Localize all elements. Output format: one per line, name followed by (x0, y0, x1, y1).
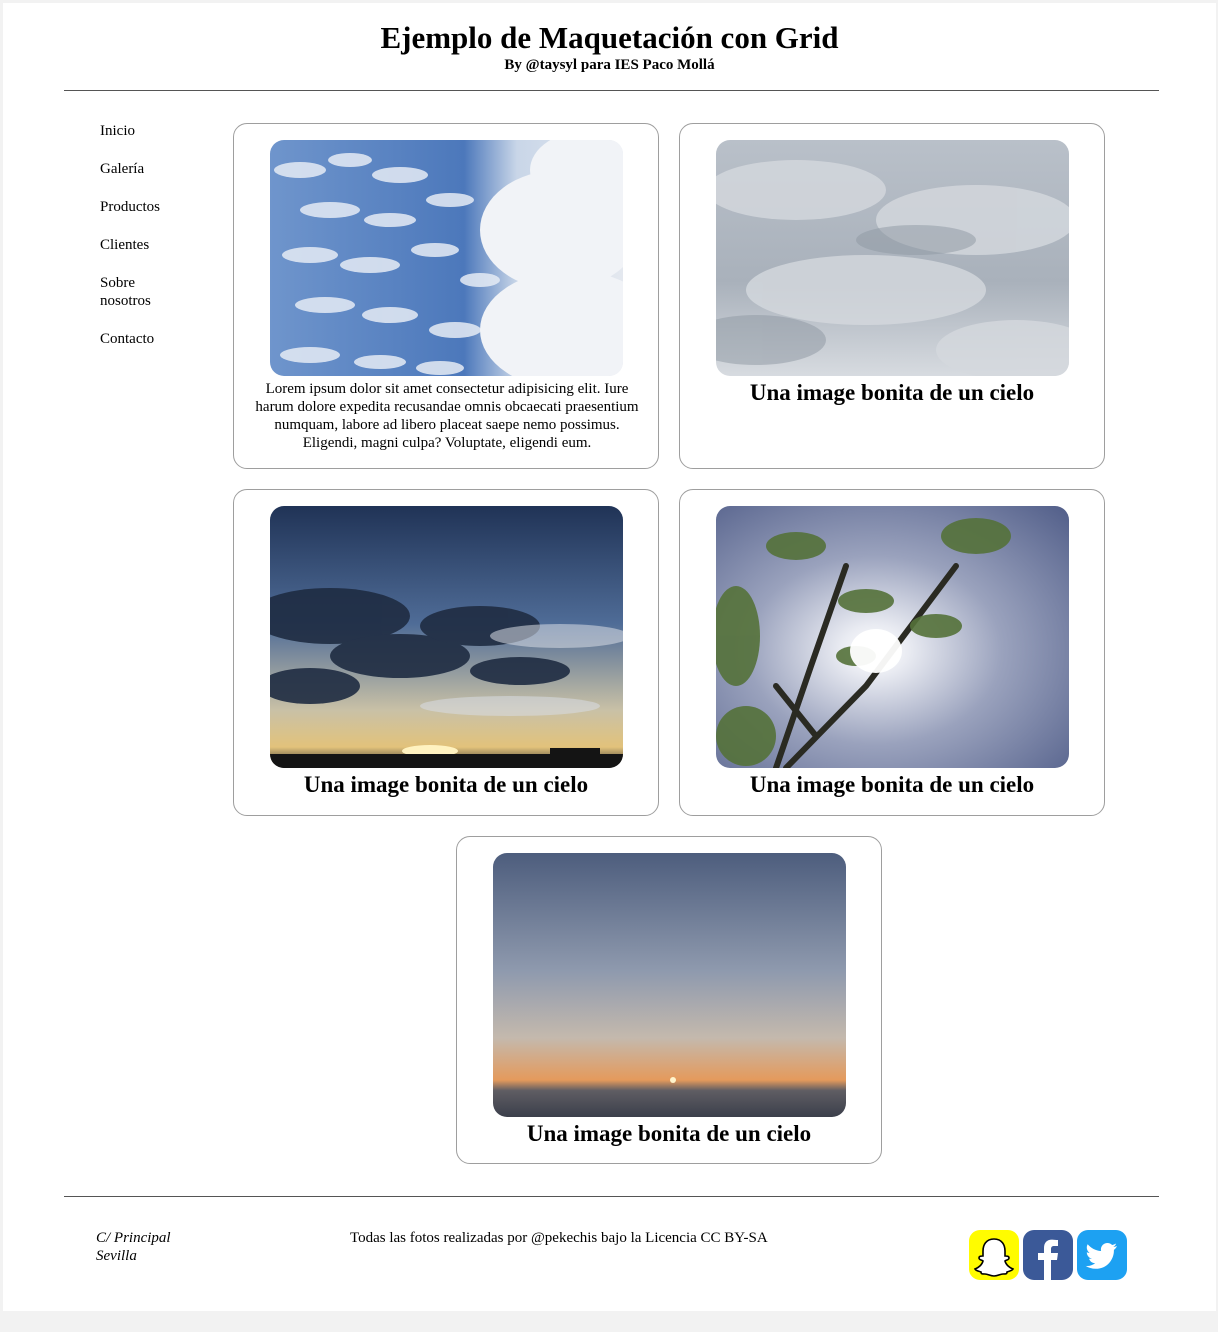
address-street: C/ Principal (96, 1230, 171, 1246)
gallery-card: Lorem ipsum dolor sit amet consectetur a… (233, 123, 659, 469)
nav-item-inicio[interactable]: Inicio (100, 122, 180, 140)
nav-item-productos[interactable]: Productos (100, 198, 180, 216)
sea-sunset-photo[interactable] (493, 853, 846, 1117)
page: Ejemplo de Maquetación con Grid By @tays… (3, 3, 1216, 1311)
footer-address: C/ Principal Sevilla (96, 1229, 171, 1265)
gallery-card: Una image bonita de un cielo (679, 489, 1105, 816)
nav-item-galeria[interactable]: Galería (100, 160, 180, 178)
tree-sun-sky-photo[interactable] (716, 506, 1069, 768)
page-subtitle: By @taysyl para IES Paco Mollá (504, 57, 715, 73)
address-city: Sevilla (96, 1248, 137, 1264)
card-caption: Una image bonita de un cielo (526, 1121, 812, 1146)
gallery-card: Una image bonita de un cielo (233, 489, 659, 816)
page-title: Ejemplo de Maquetación con Grid (380, 20, 839, 55)
facebook-icon[interactable] (1023, 1230, 1073, 1280)
card-caption: Una image bonita de un cielo (303, 772, 589, 797)
card-description: Lorem ipsum dolor sit amet consectetur a… (255, 381, 639, 451)
footer-credits: Todas las fotos realizadas por @pekechis… (350, 1230, 768, 1246)
card-caption: Una image bonita de un cielo (749, 380, 1035, 405)
twitter-icon[interactable] (1077, 1230, 1127, 1280)
overcast-sky-photo[interactable] (716, 140, 1069, 376)
gallery-card: Una image bonita de un cielo (679, 123, 1105, 469)
nav-item-sobre-nosotros[interactable]: Sobre nosotros (100, 274, 180, 310)
header-divider (64, 90, 1159, 91)
sky-clouds-blue-photo[interactable] (270, 140, 623, 376)
card-caption: Una image bonita de un cielo (749, 772, 1035, 797)
sunset-clouds-photo[interactable] (270, 506, 623, 768)
gallery-card: Una image bonita de un cielo (456, 836, 882, 1164)
footer-divider (64, 1196, 1159, 1197)
nav-item-clientes[interactable]: Clientes (100, 236, 180, 254)
nav-item-contacto[interactable]: Contacto (100, 330, 180, 348)
snapchat-icon[interactable] (969, 1230, 1019, 1280)
